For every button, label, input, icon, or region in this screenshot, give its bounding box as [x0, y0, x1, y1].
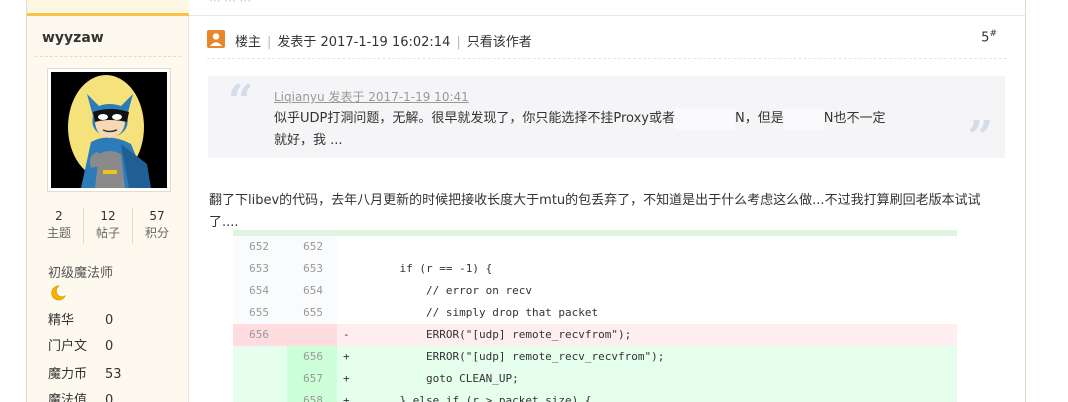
- meta-row-coins: 魔力币 53: [48, 363, 122, 382]
- diff-row-ctx: 652 652: [233, 236, 957, 258]
- diff-row-ctx: 653 653 if (r == -1) {: [233, 258, 957, 280]
- stat-points-count: 57: [149, 209, 165, 223]
- diff-code-line: // error on recv: [373, 284, 532, 297]
- diff-code-line: ERROR("[udp] remote_recvfrom");: [373, 328, 632, 341]
- top-strip-left: [27, 0, 189, 16]
- user-rank: 初级魔法师: [48, 266, 114, 281]
- meta-label: 门户文: [48, 339, 88, 354]
- diff-row-ctx: 655 655 // simply drop that packet: [233, 302, 957, 324]
- meta-value: 0: [105, 339, 114, 354]
- diff-code-line: } else if (r > packet_size) {: [373, 394, 592, 402]
- post-role: 楼主: [235, 35, 262, 50]
- diff-line-number-new: 658: [303, 394, 323, 402]
- diff-code-line: goto CLEAN_UP;: [373, 372, 519, 385]
- post-message: 翻了下libev的代码，去年八月更新的时候把接收长度大于mtu的包丢弃了，不知道…: [209, 193, 981, 230]
- diff-row-add: 657 + goto CLEAN_UP;: [233, 368, 957, 390]
- top-strip: ··· ··· ···: [27, 0, 1025, 16]
- diff-line-number-old: 656: [249, 328, 269, 341]
- stat-posts-count: 12: [100, 209, 116, 223]
- code-diff-image: 652 652 653 653 if (r == -1) { 654 654 // err…: [233, 230, 957, 402]
- meta-row-essence: 精华 0: [48, 309, 113, 328]
- separator: |: [456, 35, 461, 50]
- quote-text: 似乎UDP打洞问题，无解。很早就发现了，你只能选择不挂Proxy或者: [274, 111, 675, 126]
- floor-number[interactable]: 5#: [981, 29, 997, 45]
- diff-gutter-new: [287, 324, 337, 346]
- diff-gutter-old: [233, 368, 287, 390]
- diff-line-number-old: 654: [249, 284, 269, 297]
- crescent-moon-icon: [51, 285, 66, 301]
- diff-code-line: if (r == -1) {: [373, 262, 493, 275]
- stat-posts-label: 帖子: [95, 226, 120, 240]
- diff-line-number-new: 652: [303, 240, 323, 253]
- separator: |: [267, 35, 272, 50]
- avatar[interactable]: [47, 68, 171, 192]
- diff-row-add: 658 + } else if (r > packet_size) {: [233, 390, 957, 402]
- quote-block: “ Liqianyu 发表于 2017-1-19 10:41 似乎UDP打洞问题…: [208, 76, 1005, 163]
- diff-line-number-new: 653: [303, 262, 323, 275]
- post-header-text: 楼主 | 发表于 2017-1-19 16:02:14 | 只看该作者: [235, 31, 532, 50]
- stat-threads-label: 主题: [46, 226, 71, 240]
- quote-close-icon: ”: [967, 112, 993, 163]
- user-stats: 2 主题 12 帖子 57 积分: [35, 208, 181, 244]
- quote-body: 似乎UDP打洞问题，无解。很早就发现了，你只能选择不挂Proxy或者.N，但是.…: [274, 108, 944, 152]
- user-sidebar: wyyzaw 2 主题 12 帖子 57 积分 初级魔法师 精华 0 门户文 0…: [27, 16, 189, 402]
- diff-line-number-old: 652: [249, 240, 269, 253]
- diff-marker: +: [343, 394, 350, 402]
- redacted-text: .: [674, 108, 735, 130]
- quote-text: N，但是: [734, 111, 784, 126]
- user-badge-icon: [207, 30, 225, 48]
- diff-code-line: // simply drop that packet: [373, 306, 599, 319]
- meta-row-portal: 门户文 0: [48, 335, 113, 354]
- meta-value: 0: [105, 393, 114, 402]
- diff-line-number-new: 654: [303, 284, 323, 297]
- username-link[interactable]: wyyzaw: [42, 30, 104, 46]
- quote-open-icon: “: [228, 76, 254, 127]
- diff-line-number-new: 657: [303, 372, 323, 385]
- meta-row-mana: 魔法值 0: [48, 389, 113, 402]
- diff-gutter-old: [233, 390, 287, 402]
- meta-label: 魔法值: [48, 393, 88, 402]
- diff-row-del: 656 - ERROR("[udp] remote_recvfrom");: [233, 324, 957, 346]
- quote-author-link[interactable]: Liqianyu 发表于 2017-1-19 10:41: [274, 88, 469, 105]
- stat-points-label: 积分: [144, 226, 169, 240]
- post-header-divider: [207, 58, 1007, 59]
- quote-text: 就好，我 ...: [274, 133, 343, 148]
- redacted-text: .: [783, 108, 824, 130]
- top-strip-ghost-text: ··· ··· ···: [209, 0, 251, 8]
- stat-posts[interactable]: 12 帖子: [84, 208, 133, 244]
- diff-marker: +: [343, 372, 350, 385]
- post-date: 发表于 2017-1-19 16:02:14: [277, 35, 451, 50]
- meta-label: 精华: [48, 313, 75, 328]
- quote-text: N也不一定: [823, 111, 886, 126]
- diff-row-ctx: 654 654 // error on recv: [233, 280, 957, 302]
- diff-line-number-new: 656: [303, 350, 323, 363]
- stat-threads-count: 2: [55, 209, 63, 223]
- meta-value: 0: [105, 313, 114, 328]
- diff-gutter-old: [233, 346, 287, 368]
- diff-line-number-old: 655: [249, 306, 269, 319]
- top-strip-right: ··· ··· ···: [189, 0, 1025, 16]
- diff-line-number-old: 653: [249, 262, 269, 275]
- diff-marker: +: [343, 350, 350, 363]
- meta-label: 魔力币: [48, 367, 88, 382]
- diff-code-line: ERROR("[udp] remote_recv_recvfrom");: [373, 350, 665, 363]
- batman-avatar-icon: [51, 72, 167, 188]
- author-only-link[interactable]: 只看该作者: [467, 35, 532, 50]
- diff-line-number-new: 655: [303, 306, 323, 319]
- sidebar-divider: [35, 56, 181, 57]
- floor-number-hash: #: [989, 29, 997, 39]
- diff-row-add: 656 + ERROR("[udp] remote_recv_recvfrom")…: [233, 346, 957, 368]
- stat-threads[interactable]: 2 主题: [35, 208, 84, 244]
- meta-value: 53: [105, 367, 122, 382]
- stat-points[interactable]: 57 积分: [133, 208, 181, 244]
- diff-marker: -: [343, 328, 350, 341]
- post-header: 楼主 | 发表于 2017-1-19 16:02:14 | 只看该作者 5#: [207, 27, 1007, 51]
